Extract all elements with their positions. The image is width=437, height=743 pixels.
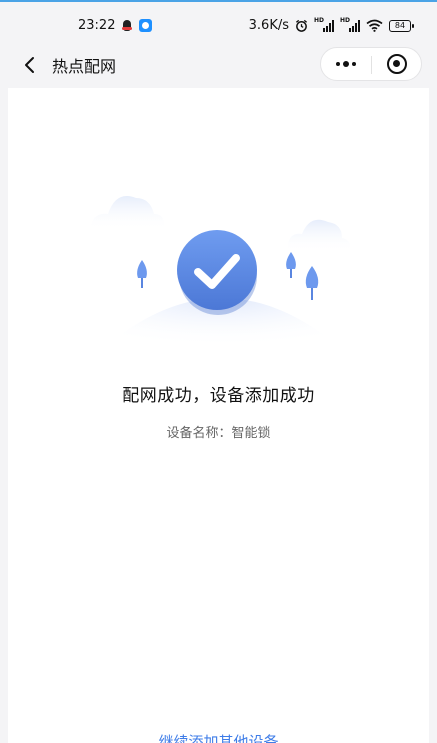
success-message: 配网成功，设备添加成功	[122, 386, 315, 406]
tree-icon	[305, 266, 319, 300]
device-name-text: 设备名称：智能锁	[166, 426, 271, 441]
navigation-bar: 热点配网	[0, 42, 437, 88]
chevron-left-icon	[25, 57, 34, 73]
cloud-left-icon	[90, 196, 165, 230]
signal-sim1-icon: HD	[314, 17, 334, 32]
close-miniprogram-button[interactable]	[372, 48, 422, 80]
more-dot-icon	[352, 62, 356, 66]
continue-add-device-link[interactable]: 继续添加其他设备	[8, 731, 429, 743]
battery-level: 84	[394, 21, 406, 30]
signal-sim2-icon: HD	[340, 17, 360, 32]
status-right: 3.6K/s HD HD 84	[248, 17, 414, 33]
more-button[interactable]	[321, 48, 371, 80]
more-dot-icon	[343, 61, 349, 67]
qq-penguin-icon	[121, 19, 133, 33]
tree-icon	[137, 260, 147, 288]
success-badge	[177, 230, 257, 310]
page-title: 热点配网	[52, 57, 117, 76]
alarm-clock-icon	[295, 19, 308, 32]
more-dot-icon	[336, 62, 340, 66]
notification-app-icon	[139, 19, 153, 32]
target-close-icon	[387, 54, 407, 74]
status-time: 23:22	[78, 18, 116, 33]
miniprogram-capsule	[320, 47, 422, 81]
status-bar: 23:22 3.6K/s HD HD 84	[0, 2, 437, 42]
cloud-right-icon	[288, 219, 351, 252]
battery-icon: 84	[389, 19, 414, 32]
tree-icon	[286, 252, 296, 278]
wifi-icon	[366, 19, 383, 32]
status-left: 23:22	[78, 18, 153, 33]
back-button[interactable]	[16, 52, 42, 78]
network-speed: 3.6K/s	[248, 18, 289, 33]
main-content: 配网成功，设备添加成功 设备名称：智能锁 继续添加其他设备	[8, 88, 429, 743]
success-illustration	[82, 196, 362, 368]
